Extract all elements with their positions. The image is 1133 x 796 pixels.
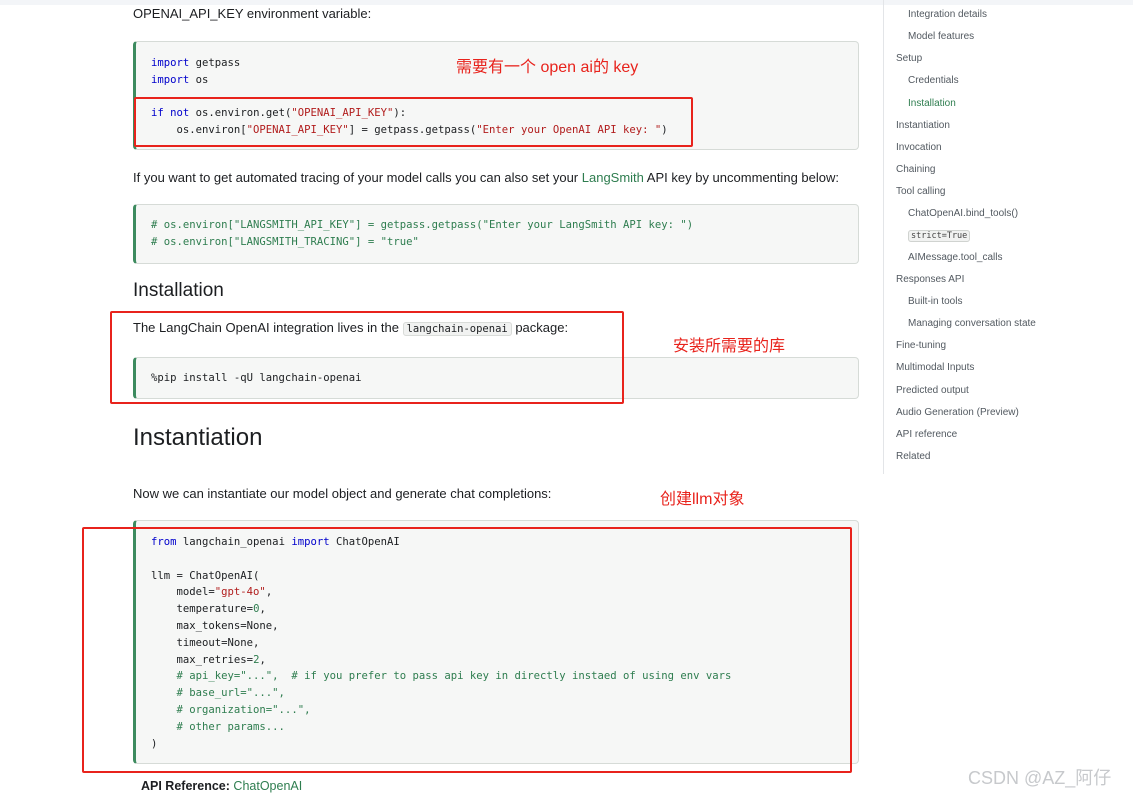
toc-tool-calling[interactable]: Tool calling bbox=[896, 186, 945, 197]
toc-integration-details[interactable]: Integration details bbox=[908, 9, 987, 20]
toc-fine-tuning[interactable]: Fine-tuning bbox=[896, 340, 946, 351]
toc-built-in-tools[interactable]: Built-in tools bbox=[908, 296, 962, 307]
chatopenai-link[interactable]: ChatOpenAI bbox=[233, 779, 302, 793]
annotation-box-api-key bbox=[134, 97, 693, 147]
toc-related[interactable]: Related bbox=[896, 451, 930, 462]
table-of-contents: Integration details Model features Setup… bbox=[883, 0, 1063, 474]
annotation-text-llm: 创建llm对象 bbox=[660, 491, 745, 508]
langsmith-link[interactable]: LangSmith bbox=[582, 170, 644, 185]
toc-tool-calls[interactable]: AIMessage.tool_calls bbox=[908, 252, 1003, 263]
toc-audio-generation[interactable]: Audio Generation (Preview) bbox=[896, 407, 1019, 418]
intro-text: OPENAI_API_KEY environment variable: bbox=[133, 6, 372, 21]
toc-predicted-output[interactable]: Predicted output bbox=[896, 385, 969, 396]
installation-heading: Installation bbox=[133, 280, 224, 301]
instantiate-text: Now we can instantiate our model object … bbox=[133, 486, 552, 501]
annotation-box-install bbox=[110, 311, 624, 404]
toc-multimodal[interactable]: Multimodal Inputs bbox=[896, 362, 974, 373]
toc-setup[interactable]: Setup bbox=[896, 53, 922, 64]
toc-invocation[interactable]: Invocation bbox=[896, 142, 942, 153]
toc-credentials[interactable]: Credentials bbox=[908, 75, 959, 86]
code-langsmith: # os.environ["LANGSMITH_API_KEY"] = getp… bbox=[151, 219, 694, 248]
watermark: CSDN @AZ_阿仔 bbox=[968, 768, 1112, 788]
toc-api-reference[interactable]: API reference bbox=[896, 429, 957, 440]
toc-conversation-state[interactable]: Managing conversation state bbox=[908, 318, 1036, 329]
toc-instantiation[interactable]: Instantiation bbox=[896, 120, 950, 131]
api-reference-line: API Reference: ChatOpenAI bbox=[141, 779, 303, 793]
toc-installation[interactable]: Installation bbox=[908, 98, 956, 109]
code-block-langsmith[interactable]: # os.environ["LANGSMITH_API_KEY"] = getp… bbox=[133, 204, 859, 264]
annotation-text-install: 安装所需要的库 bbox=[673, 338, 786, 355]
toc-chaining[interactable]: Chaining bbox=[896, 164, 935, 175]
annotation-text-api-key: 需要有一个 open ai的 key bbox=[456, 59, 639, 76]
toc-model-features[interactable]: Model features bbox=[908, 31, 974, 42]
toc-strict[interactable]: strict=True bbox=[908, 230, 971, 242]
annotation-box-llm bbox=[82, 527, 852, 773]
toc-bind-tools[interactable]: ChatOpenAI.bind_tools() bbox=[908, 208, 1018, 219]
instantiation-heading: Instantiation bbox=[133, 424, 263, 451]
tracing-text: If you want to get automated tracing of … bbox=[133, 170, 840, 185]
toc-responses-api[interactable]: Responses API bbox=[896, 274, 964, 285]
